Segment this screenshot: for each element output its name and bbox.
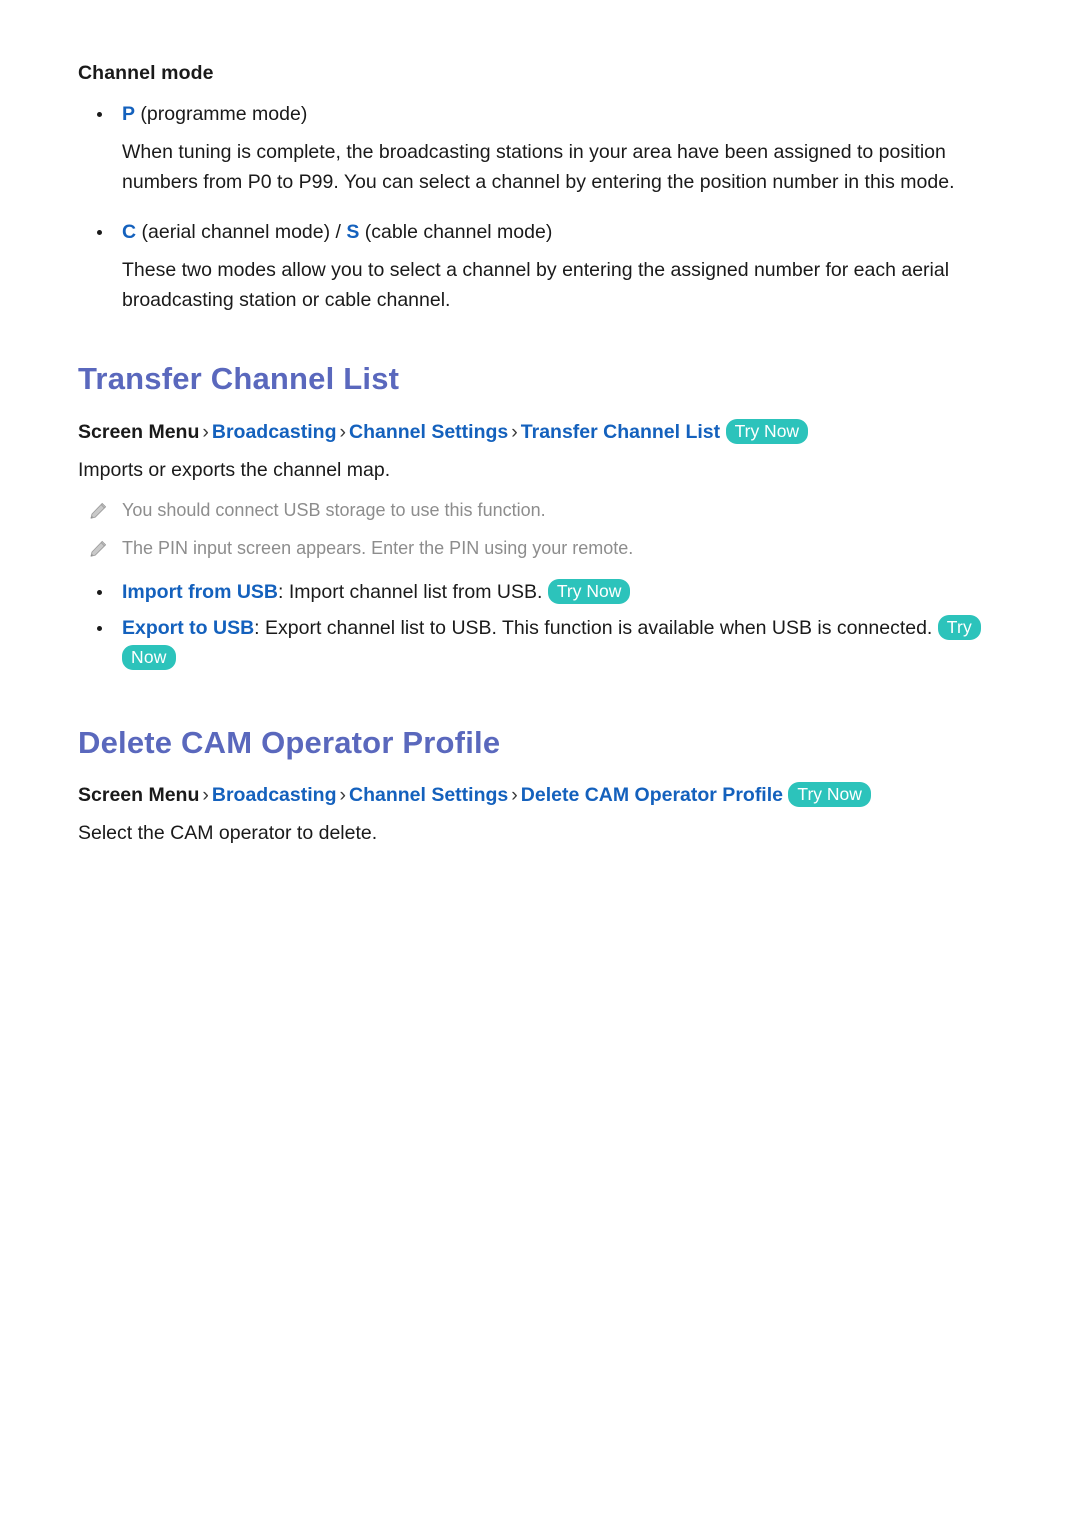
breadcrumb-item-delete-cam-operator-profile[interactable]: Delete CAM Operator Profile — [521, 784, 783, 806]
chevron-right-icon: › — [339, 420, 346, 443]
note-text: You should connect USB storage to use th… — [122, 499, 546, 520]
chevron-right-icon: › — [339, 784, 346, 807]
try-now-badge[interactable]: Try Now — [725, 418, 809, 444]
breadcrumb-item-transfer-channel-list[interactable]: Transfer Channel List — [521, 421, 720, 443]
option-text: Import channel list from USB. — [288, 580, 548, 603]
document-content: Channel mode P (programme mode) When tun… — [78, 62, 1003, 858]
try-now-badge[interactable]: Try Now — [547, 578, 631, 604]
chevron-right-icon: › — [202, 420, 209, 443]
mode-code-s: S — [346, 221, 360, 243]
transfer-channel-list-description: Imports or exports the channel map. — [78, 458, 391, 481]
note-row: The PIN input screen appears. Enter the … — [78, 533, 1003, 563]
list-item: Export to USB: Export channel list to US… — [78, 613, 1003, 673]
list-item: C (aerial channel mode) / S (cable chann… — [78, 217, 1003, 247]
pencil-icon — [88, 538, 108, 558]
page-title-transfer-channel-list: Transfer Channel List — [78, 361, 400, 396]
breadcrumb-item-broadcasting[interactable]: Broadcasting — [212, 784, 337, 806]
mode-code-p: P — [122, 103, 136, 125]
option-colon: : — [254, 616, 266, 639]
option-term-export-to-usb: Export to USB — [122, 616, 255, 639]
breadcrumb-item-channel-settings[interactable]: Channel Settings — [349, 421, 508, 443]
mode-label-p: (programme mode) — [135, 103, 308, 125]
page-title-delete-cam-operator-profile: Delete CAM Operator Profile — [78, 724, 501, 760]
option-term-import-from-usb: Import from USB — [122, 580, 278, 603]
channel-mode-p-paragraph: When tuning is complete, the broadcastin… — [122, 141, 955, 193]
note-text: The PIN input screen appears. Enter the … — [122, 537, 634, 558]
pencil-icon — [88, 500, 108, 520]
option-text: Export channel list to USB. This functio… — [265, 616, 938, 639]
chevron-right-icon: › — [511, 420, 518, 443]
chevron-right-icon: › — [511, 784, 518, 807]
mode-code-c: C — [122, 221, 137, 243]
channel-mode-list: P (programme mode) — [78, 99, 1003, 129]
transfer-options-list: Import from USB: Import channel list fro… — [78, 577, 1003, 673]
chevron-right-icon: › — [202, 784, 209, 807]
mode-label-s: (cable channel mode) — [359, 221, 553, 243]
breadcrumb-root: Screen Menu — [78, 784, 200, 807]
mode-label-c: (aerial channel mode) / — [136, 221, 347, 243]
channel-mode-subheading: Channel mode — [78, 62, 214, 84]
list-item: Import from USB: Import channel list fro… — [78, 577, 1003, 607]
breadcrumb: Screen Menu › Broadcasting › Channel Setting… — [78, 780, 1003, 810]
try-now-badge[interactable]: Try Now — [788, 782, 871, 808]
breadcrumb-root: Screen Menu — [78, 420, 200, 443]
document-page: Channel mode P (programme mode) When tun… — [0, 0, 1080, 1527]
breadcrumb-item-broadcasting[interactable]: Broadcasting — [212, 421, 337, 443]
channel-mode-list-2: C (aerial channel mode) / S (cable chann… — [78, 217, 1003, 247]
list-item: P (programme mode) — [78, 99, 1003, 129]
breadcrumb: Screen Menu › Broadcasting › Channel Setting… — [78, 417, 1003, 447]
delete-cam-operator-profile-description: Select the CAM operator to delete. — [78, 822, 378, 845]
option-colon: : — [278, 580, 289, 603]
note-row: You should connect USB storage to use th… — [78, 495, 1003, 525]
breadcrumb-item-channel-settings[interactable]: Channel Settings — [349, 784, 508, 806]
channel-mode-cs-paragraph: These two modes allow you to select a ch… — [122, 259, 950, 311]
